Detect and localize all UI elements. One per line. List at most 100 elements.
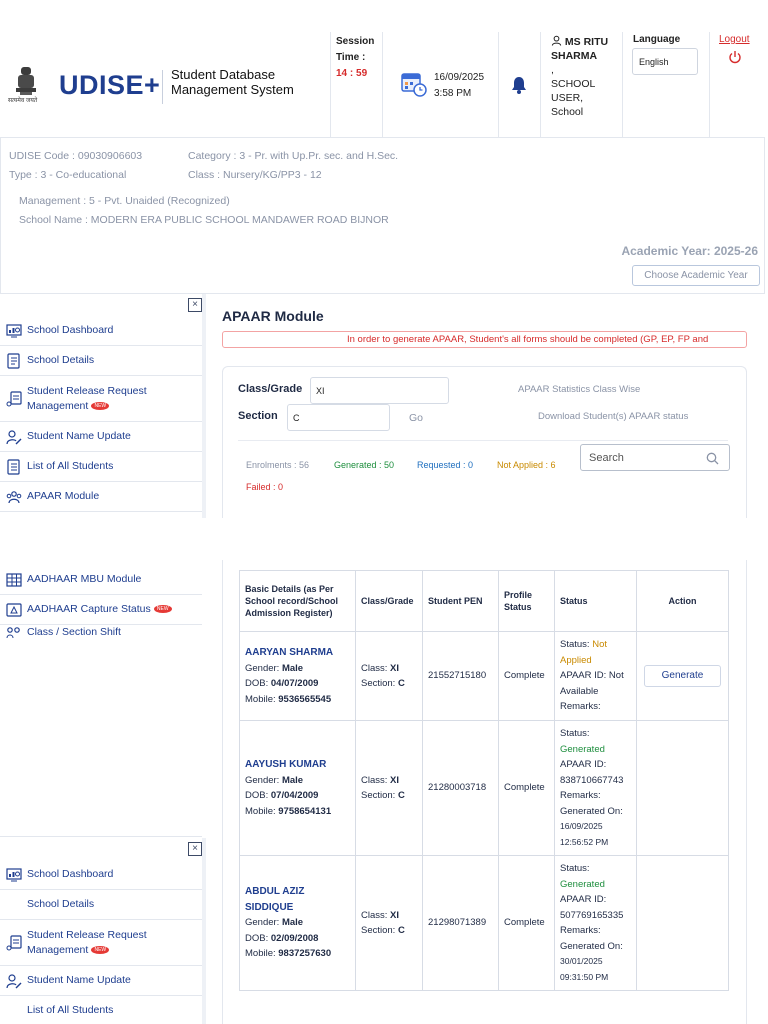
sidebar-divider: [0, 836, 202, 837]
sidebar-item-school-details[interactable]: School Details: [0, 890, 202, 920]
col-profile-status: Profile Status: [498, 570, 555, 632]
aadhaar-capture-icon: [6, 602, 22, 617]
sidebar-item-aadhaar-mbu[interactable]: AADHAAR MBU Module: [0, 565, 202, 595]
user-info[interactable]: MS RITU SHARMA , SCHOOL USER, School: [551, 35, 617, 119]
school-info-panel: UDISE Code : 09030906603 Category : 3 - …: [0, 137, 765, 294]
header-divider: [540, 32, 541, 137]
download-apaar-status-link[interactable]: Download Student(s) APAAR status: [538, 411, 688, 422]
student-name[interactable]: AAYUSH KUMAR: [245, 757, 350, 773]
action-cell: Generate: [636, 631, 729, 721]
mobile-label: Mobile:: [245, 805, 279, 817]
go-button[interactable]: Go: [409, 412, 423, 424]
power-icon[interactable]: [728, 50, 742, 64]
logout-link[interactable]: Logout: [719, 34, 750, 45]
school-name: School Name : MODERN ERA PUBLIC SCHOOL M…: [19, 214, 389, 226]
sidebar-item-label: AADHAAR Capture Status: [27, 603, 151, 615]
sidebar-edge: [202, 294, 206, 518]
stat-not-applied[interactable]: Not Applied : 6: [497, 460, 556, 470]
date-time: 16/09/2025 3:58 PM: [434, 70, 484, 102]
col-action: Action: [636, 570, 729, 632]
action-cell: [636, 720, 729, 856]
user-role: SCHOOL USER, School: [551, 78, 595, 118]
basic-details-cell: AAYUSH KUMAR Gender: Male DOB: 07/04/200…: [239, 720, 356, 856]
choose-academic-year-button[interactable]: Choose Academic Year: [632, 265, 760, 286]
section-label: Section:: [361, 790, 398, 801]
generated-on-value: 30/01/2025 09:31:50 PM: [560, 956, 609, 982]
language-select[interactable]: English: [632, 48, 698, 75]
session-time: 14 : 59: [336, 68, 368, 79]
top-header: सत्यमेव जयते UDISE+ Student Database Man…: [0, 0, 768, 137]
section-input[interactable]: C: [287, 404, 390, 431]
school-management: Management : 5 - Pvt. Unaided (Recognize…: [19, 195, 230, 207]
sidebar-item-school-details[interactable]: School Details: [0, 346, 202, 376]
stat-enrolments[interactable]: Enrolments : 56: [246, 460, 309, 470]
udise-code: UDISE Code : 09030906603: [9, 150, 143, 162]
sidebar-item-label: Student Name Update: [27, 430, 131, 442]
stat-generated[interactable]: Generated : 50: [334, 460, 394, 470]
header-divider: [622, 32, 623, 137]
mobile-value: 9758654131: [278, 805, 332, 817]
notification-bell-icon[interactable]: [511, 76, 527, 94]
release-request-icon: [6, 934, 22, 950]
student-name[interactable]: ABDUL AZIZ SIDDIQUE: [245, 884, 325, 915]
user-icon: [551, 35, 562, 46]
logo-divider: [162, 70, 163, 104]
search-icon[interactable]: [706, 452, 719, 465]
sidebar-item-student-name-update[interactable]: Student Name Update: [0, 966, 202, 996]
status-cell: Status: Generated APAAR ID: 838710667743…: [554, 720, 637, 856]
close-sidebar-button[interactable]: ×: [188, 298, 202, 312]
divider: [238, 440, 728, 441]
sidebar-item-label: APAAR Module: [27, 490, 100, 502]
gender-value: Male: [281, 662, 304, 674]
apaar-group-icon: [6, 490, 22, 503]
sidebar-item-label: AADHAAR MBU Module: [27, 573, 142, 585]
generated-on-value: 16/09/2025 12:56:52 PM: [560, 821, 609, 847]
stat-failed[interactable]: Failed : 0: [246, 482, 283, 492]
sidebar-item-label: Class / Section Shift: [27, 626, 121, 638]
class-cell: Class: XI Section: C: [355, 855, 423, 991]
student-name[interactable]: AARYAN SHARMA: [245, 645, 350, 661]
profile-status-cell: Complete: [498, 855, 555, 991]
status-value: Generated: [560, 878, 605, 890]
sidebar-item-apaar-module[interactable]: APAAR Module: [0, 482, 202, 512]
class-label: Class:: [361, 774, 391, 786]
sidebar-item-school-dashboard[interactable]: School Dashboard: [0, 860, 202, 890]
stat-requested[interactable]: Requested : 0: [417, 460, 473, 470]
dob-label: DOB:: [245, 932, 271, 944]
search-box[interactable]: Search: [580, 444, 730, 471]
academic-year: Academic Year: 2025-26: [621, 244, 758, 258]
sidebar-item-release-request[interactable]: Student Release Request Management NEW: [0, 920, 202, 966]
sidebar-item-school-dashboard[interactable]: School Dashboard: [0, 316, 202, 346]
status-value: Generated: [560, 743, 605, 755]
udise-logo[interactable]: UDISE+: [59, 70, 160, 101]
gender-value: Male: [281, 917, 304, 929]
school-type: Type : 3 - Co-educational: [9, 169, 127, 181]
apaar-statistics-link[interactable]: APAAR Statistics Class Wise: [518, 384, 640, 395]
pen-cell: 21552715180: [422, 631, 499, 721]
search-placeholder: Search: [589, 452, 624, 464]
dob-label: DOB:: [245, 790, 271, 801]
page-title: APAAR Module: [222, 308, 324, 324]
sidebar-item-aadhaar-capture[interactable]: AADHAAR Capture Status NEW: [0, 595, 202, 625]
class-grade-input[interactable]: XI: [310, 377, 449, 404]
class-value: XI: [390, 909, 400, 921]
sidebar-item-list-all-students[interactable]: List of All Students: [0, 996, 202, 1024]
table-row: AARYAN SHARMA Gender: Male DOB: 04/07/20…: [239, 631, 729, 721]
table-header-row: Basic Details (as Per School record/Scho…: [239, 570, 729, 632]
language-label: Language: [633, 34, 681, 45]
sidebar-item-student-name-update[interactable]: Student Name Update: [0, 422, 202, 452]
close-sidebar-button[interactable]: ×: [188, 842, 202, 856]
action-cell: [636, 855, 729, 991]
class-cell: Class: XI Section: C: [355, 720, 423, 856]
generate-button[interactable]: Generate: [644, 665, 721, 687]
remarks-label: Remarks:: [560, 925, 601, 936]
sidebar-item-class-section-shift[interactable]: Class / Section Shift: [0, 625, 202, 639]
gender-label: Gender:: [245, 774, 282, 786]
header-divider: [382, 32, 383, 137]
class-cell: Class: XI Section: C: [355, 631, 423, 721]
apaar-id-label: APAAR ID:: [560, 670, 609, 682]
sidebar-item-release-request[interactable]: Student Release Request Management NEW: [0, 376, 202, 422]
sidebar-item-list-all-students[interactable]: List of All Students: [0, 452, 202, 482]
class-value: XI: [390, 774, 400, 786]
mobile-label: Mobile:: [245, 693, 279, 705]
